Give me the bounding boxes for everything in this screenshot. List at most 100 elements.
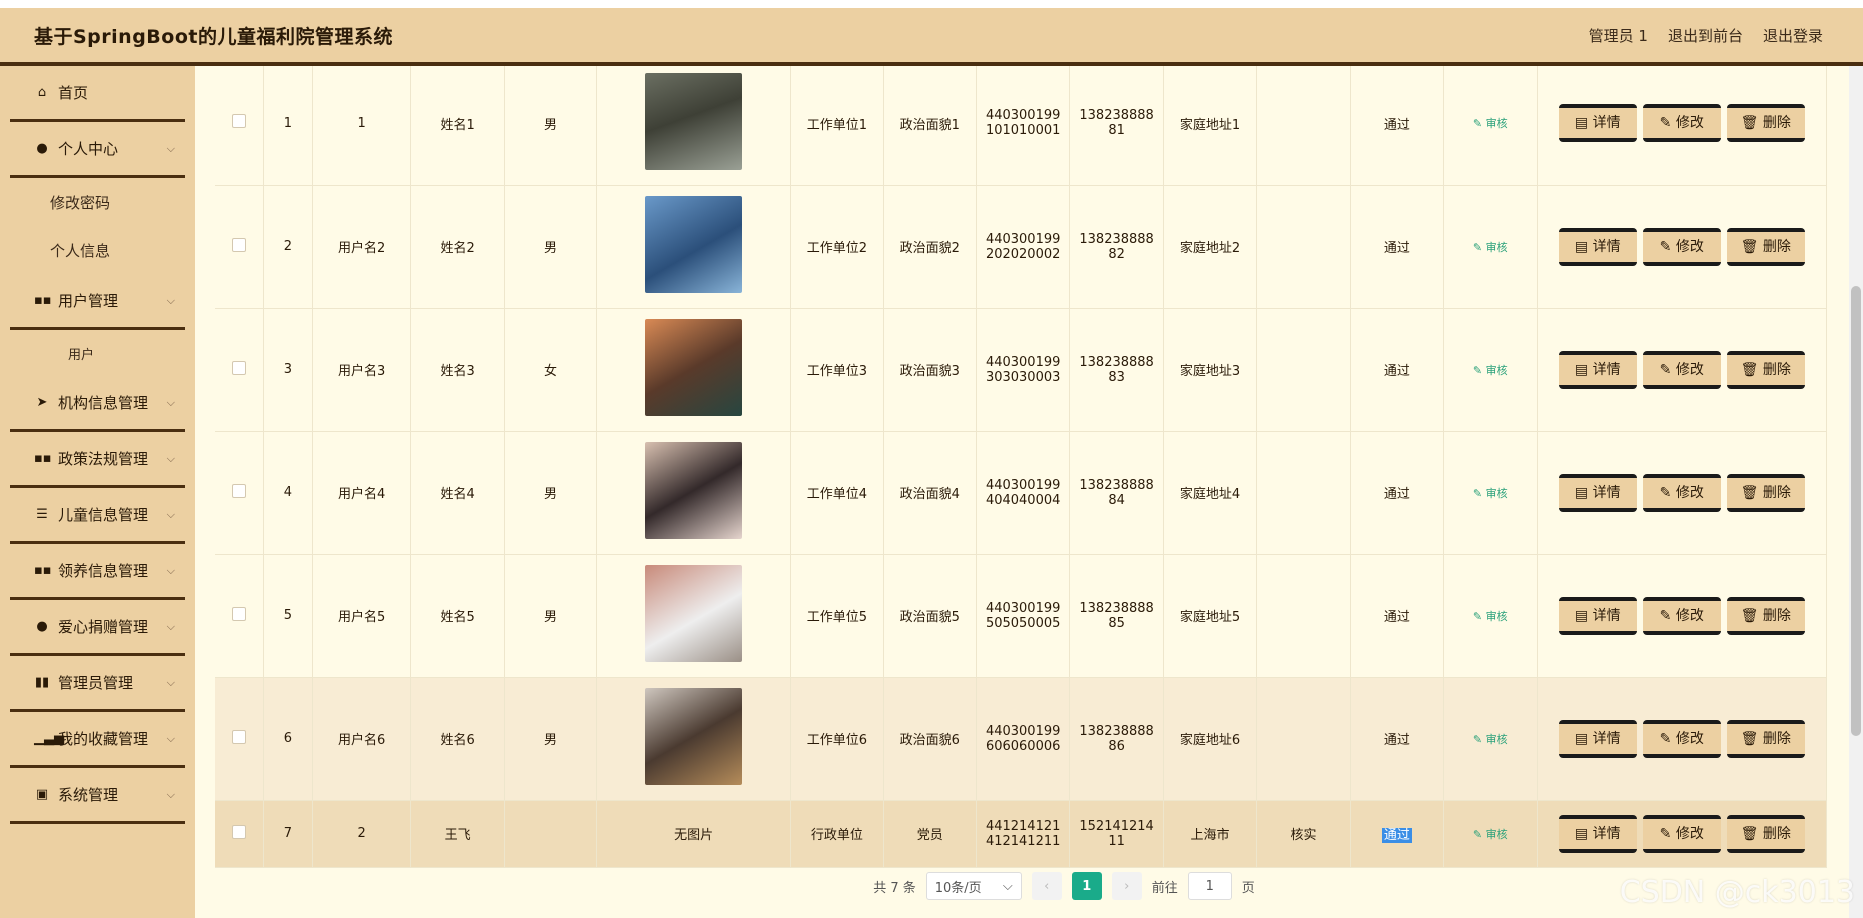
audit-link[interactable]: ✎ 审核 xyxy=(1473,487,1508,500)
table-row: 6 用户名6 姓名6 男 工作单位6 政治面貌6 440300199 60606… xyxy=(215,677,1827,801)
user-photo xyxy=(645,72,743,170)
trash-icon: 🗑 xyxy=(1740,238,1763,255)
row-checkbox[interactable] xyxy=(231,729,246,744)
current-user[interactable]: 管理员 1 xyxy=(1589,25,1648,46)
edit-button[interactable]: ✎ 修改 xyxy=(1642,227,1721,266)
sidebar-item-donation[interactable]: ● 爱心捐赠管理 ⌵ xyxy=(10,600,185,656)
send-icon: ➤ xyxy=(36,395,48,410)
sidebar-item-user-management[interactable]: ▪▪ 用户管理 ⌵ xyxy=(10,274,185,330)
detail-button[interactable]: ▤ 详情 xyxy=(1558,473,1637,512)
audit-link[interactable]: ✎ 审核 xyxy=(1473,828,1508,841)
status-text-selected: 通过 xyxy=(1381,828,1412,843)
delete-button[interactable]: 🗑 删除 xyxy=(1726,596,1805,635)
edit-icon: ✎ xyxy=(1472,732,1486,746)
sidebar-item-personal-center[interactable]: ● 个人中心 ⌵ xyxy=(10,122,185,178)
chevron-down-icon: ⌵ xyxy=(166,395,175,409)
edit-icon: ✎ xyxy=(1659,238,1676,255)
top-bar: 基于SpringBoot的儿童福利院管理系统 管理员 1 退出到前台 退出登录 xyxy=(0,0,1863,66)
goto-page-input[interactable]: 1 xyxy=(1187,872,1232,900)
row-checkbox[interactable] xyxy=(231,360,246,375)
document-icon: ▤ xyxy=(1574,730,1593,747)
sidebar-item-admin[interactable]: ▮▮ 管理员管理 ⌵ xyxy=(10,656,185,712)
page-number-current[interactable]: 1 xyxy=(1071,872,1102,900)
detail-button[interactable]: ▤ 详情 xyxy=(1558,596,1637,635)
delete-button[interactable]: 🗑 删除 xyxy=(1726,350,1805,389)
sidebar-subitem-users[interactable]: 用户 xyxy=(0,330,195,376)
audit-link[interactable]: ✎ 审核 xyxy=(1473,241,1508,254)
sidebar-item-home[interactable]: ⌂ 首页 xyxy=(10,66,185,122)
goto-label: 前往 xyxy=(1151,880,1178,896)
sidebar-subitem-personal-info[interactable]: 个人信息 xyxy=(0,226,195,274)
audit-link[interactable]: ✎ 审核 xyxy=(1473,733,1508,746)
clipboard-icon: ▣ xyxy=(35,787,49,802)
grid-icon: ▪▪ xyxy=(34,293,52,308)
document-icon: ▤ xyxy=(1574,115,1593,132)
exit-to-front-link[interactable]: 退出到前台 xyxy=(1668,25,1743,46)
detail-button[interactable]: ▤ 详情 xyxy=(1558,814,1637,853)
table-row: 4 用户名4 姓名4 男 工作单位4 政治面貌4 440300199 40404… xyxy=(215,431,1827,555)
audit-link[interactable]: ✎ 审核 xyxy=(1473,610,1508,623)
total-count: 共 7 条 xyxy=(873,880,916,896)
user-photo xyxy=(645,319,743,416)
row-checkbox[interactable] xyxy=(231,114,246,129)
detail-button[interactable]: ▤ 详情 xyxy=(1558,104,1637,143)
delete-button[interactable]: 🗑 删除 xyxy=(1726,473,1805,512)
watermark: CSDN @ck3013 xyxy=(1619,875,1855,910)
document-icon: ▤ xyxy=(1574,607,1593,624)
app-title: 基于SpringBoot的儿童福利院管理系统 xyxy=(34,25,393,48)
prev-page-button[interactable]: ‹ xyxy=(1031,872,1062,900)
edit-icon: ✎ xyxy=(1659,361,1676,378)
sidebar-item-institution[interactable]: ➤ 机构信息管理 ⌵ xyxy=(10,376,185,432)
trash-icon: 🗑 xyxy=(1740,115,1763,132)
user-table: 1 1 姓名1 男 工作单位1 政治面貌1 440300199 10101000… xyxy=(215,66,1827,868)
audit-link[interactable]: ✎ 审核 xyxy=(1473,117,1508,130)
sidebar-item-adoption[interactable]: ▪▪ 领养信息管理 ⌵ xyxy=(10,544,185,600)
row-checkbox[interactable] xyxy=(231,237,246,252)
sidebar-subitem-change-password[interactable]: 修改密码 xyxy=(0,178,195,226)
chart-icon: ▮▮ xyxy=(34,675,50,690)
table-row: 2 用户名2 姓名2 男 工作单位2 政治面貌2 440300199 20202… xyxy=(215,185,1827,309)
document-icon: ▤ xyxy=(1574,825,1593,842)
edit-icon: ✎ xyxy=(1659,825,1676,842)
row-checkbox[interactable] xyxy=(231,483,246,498)
chevron-down-icon: ⌵ xyxy=(166,563,175,577)
sidebar-item-system[interactable]: ▣ 系统管理 ⌵ xyxy=(10,768,185,824)
page-size-select[interactable]: 10条/页 ⌵ xyxy=(925,872,1022,900)
sidebar-item-children[interactable]: ☰ 儿童信息管理 ⌵ xyxy=(10,488,185,544)
delete-button[interactable]: 🗑 删除 xyxy=(1726,719,1805,758)
edit-icon: ✎ xyxy=(1659,115,1676,132)
scrollbar-thumb[interactable] xyxy=(1851,286,1861,736)
trash-icon: 🗑 xyxy=(1740,607,1763,624)
logout-link[interactable]: 退出登录 xyxy=(1763,25,1823,46)
document-icon: ▤ xyxy=(1574,361,1593,378)
no-photo: 无图片 xyxy=(596,800,792,868)
sidebar-item-policy[interactable]: ▪▪ 政策法规管理 ⌵ xyxy=(10,432,185,488)
edit-button[interactable]: ✎ 修改 xyxy=(1642,473,1721,512)
user-photo xyxy=(645,565,743,662)
audit-link[interactable]: ✎ 审核 xyxy=(1473,364,1508,377)
next-page-button[interactable]: › xyxy=(1111,872,1142,900)
sidebar-item-favorites[interactable]: ▁▃▅ 我的收藏管理 ⌵ xyxy=(10,712,185,768)
user-photo xyxy=(645,442,743,539)
detail-button[interactable]: ▤ 详情 xyxy=(1558,719,1637,758)
delete-button[interactable]: 🗑 删除 xyxy=(1726,227,1805,266)
document-icon: ▤ xyxy=(1574,484,1593,501)
chevron-down-icon: ⌵ xyxy=(166,675,175,689)
chevron-down-icon: ⌵ xyxy=(166,293,175,307)
vertical-scrollbar[interactable] xyxy=(1849,66,1863,918)
delete-button[interactable]: 🗑 删除 xyxy=(1726,814,1805,853)
edit-button[interactable]: ✎ 修改 xyxy=(1642,104,1721,143)
edit-button[interactable]: ✎ 修改 xyxy=(1642,350,1721,389)
edit-button[interactable]: ✎ 修改 xyxy=(1642,596,1721,635)
detail-button[interactable]: ▤ 详情 xyxy=(1558,350,1637,389)
bar-chart-icon: ▁▃▅ xyxy=(34,731,64,746)
delete-button[interactable]: 🗑 删除 xyxy=(1726,104,1805,143)
edit-button[interactable]: ✎ 修改 xyxy=(1642,814,1721,853)
user-icon: ● xyxy=(36,141,48,156)
row-checkbox[interactable] xyxy=(231,606,246,621)
edit-button[interactable]: ✎ 修改 xyxy=(1642,719,1721,758)
detail-button[interactable]: ▤ 详情 xyxy=(1558,227,1637,266)
edit-icon: ✎ xyxy=(1472,486,1486,500)
home-icon: ⌂ xyxy=(37,85,47,100)
row-checkbox[interactable] xyxy=(231,824,246,839)
